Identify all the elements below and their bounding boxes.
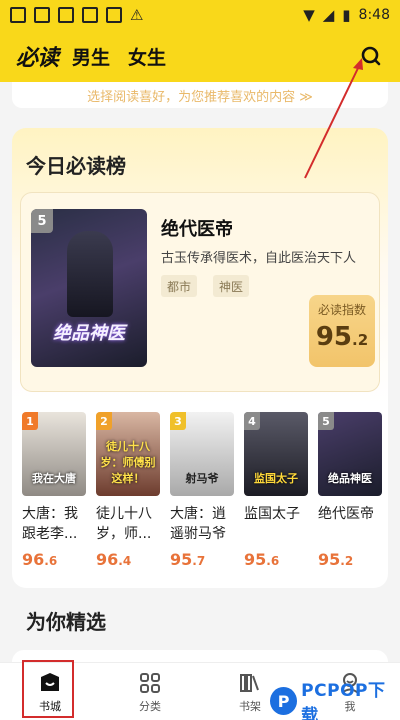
book-score-decimal: .6 xyxy=(266,554,280,568)
notification-icon xyxy=(58,7,74,23)
cover-title: 监国太子 xyxy=(254,472,298,485)
book-cover[interactable]: 4 监国太子 xyxy=(244,412,308,496)
ranked-book-list: 1 我在大唐 大唐：我跟老李... 96.6 2 徒儿十八岁：师傅别这样！ 徒儿… xyxy=(22,412,382,569)
book-title: 徒儿十八岁，师... xyxy=(96,506,152,542)
rank-badge: 3 xyxy=(170,412,186,430)
book-score-decimal: .6 xyxy=(44,554,58,568)
book-score-decimal: .4 xyxy=(118,554,132,568)
notification-icon xyxy=(34,7,50,23)
book-cover[interactable]: 2 徒儿十八岁：师傅别这样！ xyxy=(96,412,160,496)
watermark: P PCPOP下载 xyxy=(270,676,400,720)
nav-category[interactable]: 分类 xyxy=(100,663,200,720)
rank-badge: 5 xyxy=(318,412,334,430)
book-item[interactable]: 1 我在大唐 大唐：我跟老李... 96.6 xyxy=(22,412,86,569)
warning-icon: ⚠ xyxy=(130,6,144,24)
score-label: 必读指数 xyxy=(317,303,366,317)
book-score-integer: 95 xyxy=(318,550,341,569)
book-title: 大唐：逍遥驸马爷 xyxy=(170,506,226,542)
score-decimal: .2 xyxy=(352,331,369,349)
book-item[interactable]: 2 徒儿十八岁：师傅别这样！ 徒儿十八岁，师... 96.4 xyxy=(96,412,160,569)
book-score-integer: 95 xyxy=(170,550,193,569)
search-button[interactable] xyxy=(358,43,384,69)
notification-icon xyxy=(106,7,122,23)
book-title: 大唐：我跟老李... xyxy=(22,506,78,542)
preference-banner-text: 选择阅读喜好，为您推荐喜欢的内容 ≫ xyxy=(87,89,313,105)
rank-badge: 4 xyxy=(244,412,260,430)
book-cover[interactable]: 1 我在大唐 xyxy=(22,412,86,496)
rank-badge: 2 xyxy=(96,412,112,430)
book-score-decimal: .2 xyxy=(340,554,354,568)
cover-title: 射马爷 xyxy=(185,472,219,485)
tag-doctor[interactable]: 神医 xyxy=(213,275,250,297)
status-bar: ⚠ ▼ ◢ ▮ 8:48 xyxy=(0,0,400,30)
book-score: 95.7 xyxy=(170,550,234,569)
ranking-title: 今日必读榜 xyxy=(26,154,126,178)
book-title: 绝代医帝 xyxy=(318,506,374,522)
tab-female[interactable]: 女生 xyxy=(128,43,166,70)
book-score-integer: 96 xyxy=(96,550,119,569)
cover-title: 徒儿十八岁：师傅别这样！ xyxy=(100,440,156,485)
cover-title: 绝品神医 xyxy=(328,472,372,485)
must-read-score: 必读指数 95.2 xyxy=(309,295,375,367)
book-score: 96.6 xyxy=(22,550,86,569)
book-score: 96.4 xyxy=(96,550,160,569)
book-item[interactable]: 5 绝品神医 绝代医帝 95.2 xyxy=(318,412,382,569)
preference-banner[interactable]: 选择阅读喜好，为您推荐喜欢的内容 ≫ xyxy=(12,82,388,108)
watermark-text: PCPOP下载 xyxy=(301,681,386,720)
score-integer: 95 xyxy=(315,322,353,352)
featured-book-title[interactable]: 绝代医帝 xyxy=(161,215,233,241)
wifi-icon: ▼ xyxy=(303,6,315,24)
featured-cover-title: 绝品神医 xyxy=(53,323,125,344)
tab-male[interactable]: 男生 xyxy=(72,43,110,70)
featured-book[interactable]: 5 绝品神医 绝代医帝 古玉传承得医术，自此医治天下人 都市 神医 必读指数 9… xyxy=(20,192,380,392)
nav-label: 书架 xyxy=(239,699,261,713)
cover-figure-art xyxy=(67,231,113,317)
battery-icon: ▮ xyxy=(342,6,351,24)
book-item[interactable]: 3 射马爷 大唐：逍遥驸马爷 95.7 xyxy=(170,412,234,569)
tag-urban[interactable]: 都市 xyxy=(161,275,198,297)
book-cover[interactable]: 3 射马爷 xyxy=(170,412,234,496)
book-score: 95.6 xyxy=(244,550,308,569)
daily-ranking-card: 今日必读榜 5 绝品神医 绝代医帝 古玉传承得医术，自此医治天下人 都市 神医 … xyxy=(12,128,388,588)
book-score-decimal: .7 xyxy=(192,554,206,568)
bookshelf-icon xyxy=(237,670,263,696)
category-icon xyxy=(137,670,163,696)
app-logo: 必读 xyxy=(16,45,59,71)
book-item[interactable]: 4 监国太子 监国太子 95.6 xyxy=(244,412,308,569)
notification-icon xyxy=(82,7,98,23)
book-score: 95.2 xyxy=(318,550,382,569)
featured-book-description: 古玉传承得医术，自此医治天下人 xyxy=(161,251,357,266)
book-score-integer: 96 xyxy=(22,550,45,569)
score-value: 95.2 xyxy=(316,322,368,352)
featured-rank-badge: 5 xyxy=(31,209,53,233)
app-header: 必读 男生 女生 xyxy=(0,30,400,82)
nav-label: 分类 xyxy=(139,699,161,713)
notification-icon xyxy=(10,7,26,23)
cover-title: 我在大唐 xyxy=(32,472,76,485)
book-score-integer: 95 xyxy=(244,550,267,569)
book-title: 监国太子 xyxy=(244,506,300,522)
rank-badge: 1 xyxy=(22,412,38,430)
search-icon xyxy=(361,46,381,66)
highlight-box xyxy=(22,660,74,718)
watermark-logo: P xyxy=(270,687,298,715)
section-title: 为你精选 xyxy=(26,610,106,634)
book-cover[interactable]: 5 绝品神医 xyxy=(318,412,382,496)
featured-book-cover[interactable]: 5 绝品神医 xyxy=(31,209,147,367)
clock: 8:48 xyxy=(358,7,390,23)
signal-icon: ◢ xyxy=(322,6,335,24)
